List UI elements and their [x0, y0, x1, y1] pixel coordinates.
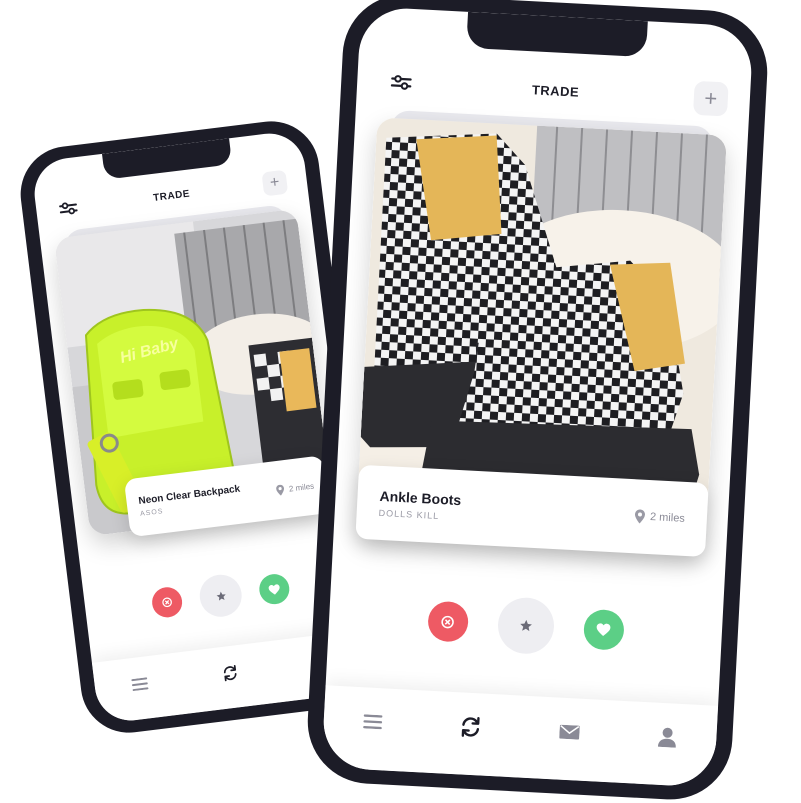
distance-label: 2 miles [649, 511, 686, 525]
swap-icon [223, 665, 237, 682]
star-button[interactable] [197, 572, 245, 620]
profile-icon [657, 727, 676, 748]
star-icon [216, 591, 226, 601]
tab-profile[interactable] [644, 714, 690, 760]
heart-icon [596, 623, 611, 637]
item-brand: DOLLS KILL [378, 507, 440, 522]
tab-trade[interactable] [448, 704, 494, 750]
sliders-icon [59, 202, 78, 215]
phone-notch [465, 11, 648, 58]
heart-icon [268, 583, 280, 595]
filter-button[interactable] [384, 66, 418, 100]
reject-button[interactable] [426, 600, 469, 643]
swap-icon [462, 717, 481, 737]
item-name: Ankle Boots [379, 487, 462, 509]
close-icon [441, 615, 454, 628]
phone-notch [101, 138, 233, 180]
front-phone-screen: TRADE + Ankle Boots DOLLS KILL 2 miles [321, 6, 754, 788]
card-stack: Ankle Boots DOLLS KILL 2 miles [354, 109, 727, 575]
item-distance: 2 miles [275, 480, 315, 496]
tab-menu[interactable] [350, 699, 396, 745]
sliders-icon [390, 75, 412, 90]
location-pin-icon [635, 509, 646, 524]
item-text: Neon Clear Backpack ASOS [138, 484, 242, 518]
item-distance: 2 miles [635, 509, 686, 526]
distance-label: 2 miles [288, 481, 315, 494]
add-button[interactable]: + [692, 80, 729, 117]
card-stack: Hi Baby Neon Clear Backpack ASOS 2 miles [53, 203, 335, 556]
like-button[interactable] [257, 572, 292, 606]
like-button[interactable] [582, 608, 625, 651]
star-icon [519, 619, 532, 632]
reject-button[interactable] [150, 585, 184, 620]
item-text: Ankle Boots DOLLS KILL [378, 488, 461, 522]
tab-messages[interactable] [546, 709, 592, 755]
front-phone: TRADE + Ankle Boots DOLLS KILL 2 miles [304, 0, 771, 803]
page-title: TRADE [531, 81, 580, 100]
action-buttons [328, 587, 723, 663]
filter-button[interactable] [55, 195, 82, 222]
tab-menu[interactable] [120, 664, 160, 704]
menu-icon [363, 714, 383, 730]
page-title: TRADE [152, 188, 191, 204]
close-icon [162, 597, 172, 608]
mail-icon [558, 724, 580, 740]
add-button[interactable]: + [261, 169, 289, 197]
star-button[interactable] [496, 596, 555, 656]
menu-icon [131, 677, 149, 692]
tab-trade[interactable] [210, 653, 250, 693]
tab-bar [321, 685, 719, 788]
location-pin-icon [275, 484, 284, 496]
